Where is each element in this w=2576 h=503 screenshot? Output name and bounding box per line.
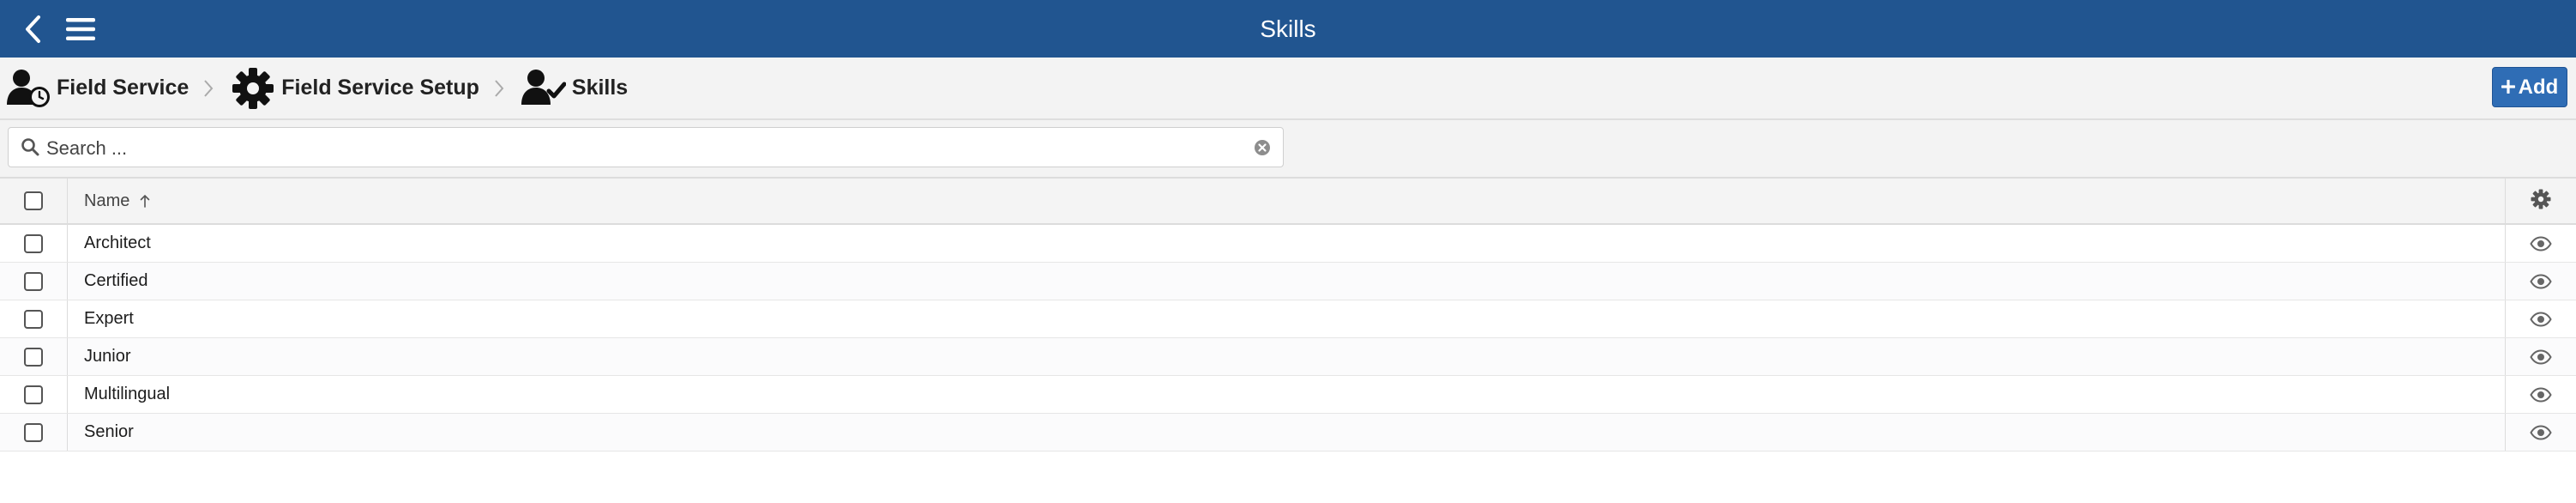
row-action-cell [2505, 414, 2576, 451]
row-checkbox[interactable] [24, 347, 43, 367]
search-input[interactable] [45, 133, 1231, 163]
plus-icon [2501, 76, 2516, 100]
eye-icon[interactable] [2530, 424, 2552, 440]
hamburger-icon[interactable] [63, 12, 98, 46]
page-title: Skills [1260, 15, 1316, 42]
clear-search-icon[interactable] [1254, 139, 1271, 156]
table-row[interactable]: Senior [0, 414, 2576, 451]
eye-icon[interactable] [2530, 273, 2552, 289]
breadcrumb-item-field-service[interactable]: Field Service [5, 65, 189, 112]
row-name[interactable]: Architect [84, 225, 151, 262]
user-check-icon [521, 65, 567, 112]
eye-icon[interactable] [2530, 235, 2552, 252]
row-select-cell [0, 225, 68, 262]
breadcrumb-item-skills[interactable]: Skills [521, 65, 628, 112]
row-checkbox[interactable] [24, 271, 43, 291]
row-select-cell [0, 376, 68, 413]
row-checkbox[interactable] [24, 385, 43, 404]
select-all-cell [0, 179, 68, 223]
column-header-name[interactable]: Name [84, 179, 150, 223]
gear-icon[interactable] [2531, 189, 2551, 214]
skills-table: Name Architect Certified Expert Junior M… [0, 177, 2576, 451]
breadcrumb-item-field-service-setup[interactable]: Field Service Setup [230, 65, 479, 112]
eye-icon[interactable] [2530, 311, 2552, 327]
row-select-cell [0, 414, 68, 451]
row-name[interactable]: Multilingual [84, 376, 170, 413]
table-row[interactable]: Junior [0, 338, 2576, 376]
search-field[interactable] [8, 127, 1284, 167]
breadcrumb-label: Field Service Setup [281, 76, 479, 100]
row-action-cell [2505, 263, 2576, 300]
gear-icon [230, 65, 276, 112]
row-checkbox[interactable] [24, 422, 43, 442]
column-settings-cell [2505, 179, 2576, 223]
row-name[interactable]: Expert [84, 300, 134, 337]
breadcrumb-label: Skills [571, 76, 629, 100]
search-icon [21, 137, 41, 158]
table-row[interactable]: Expert [0, 300, 2576, 338]
table-header: Name [0, 177, 2576, 225]
row-select-cell [0, 300, 68, 337]
column-header-label: Name [84, 191, 130, 210]
row-action-cell [2505, 338, 2576, 375]
add-button[interactable]: Add [2492, 67, 2567, 107]
table-row[interactable]: Architect [0, 225, 2576, 263]
eye-icon[interactable] [2530, 386, 2552, 403]
row-name[interactable]: Senior [84, 414, 134, 451]
row-action-cell [2505, 300, 2576, 337]
search-bar [0, 120, 2576, 177]
row-checkbox[interactable] [24, 233, 43, 253]
table-row[interactable]: Certified [0, 263, 2576, 300]
row-action-cell [2505, 376, 2576, 413]
add-button-label: Add [2518, 75, 2559, 99]
sort-ascending-icon [140, 194, 150, 208]
top-bar: Skills [0, 0, 2576, 58]
user-clock-icon [5, 65, 51, 112]
chevron-right-icon [490, 76, 509, 101]
row-name[interactable]: Certified [84, 263, 147, 300]
chevron-left-icon[interactable] [15, 12, 50, 46]
row-select-cell [0, 263, 68, 300]
row-name[interactable]: Junior [84, 338, 130, 375]
row-action-cell [2505, 225, 2576, 262]
eye-icon[interactable] [2530, 348, 2552, 365]
row-checkbox[interactable] [24, 309, 43, 329]
select-all-checkbox[interactable] [24, 191, 43, 210]
chevron-right-icon [199, 76, 218, 101]
breadcrumb: Field Service Field Service Setup Skills [5, 58, 628, 118]
breadcrumb-label: Field Service [57, 76, 190, 100]
breadcrumb-bar: Field Service Field Service Setup Skills… [0, 58, 2576, 120]
table-row[interactable]: Multilingual [0, 376, 2576, 414]
row-select-cell [0, 338, 68, 375]
